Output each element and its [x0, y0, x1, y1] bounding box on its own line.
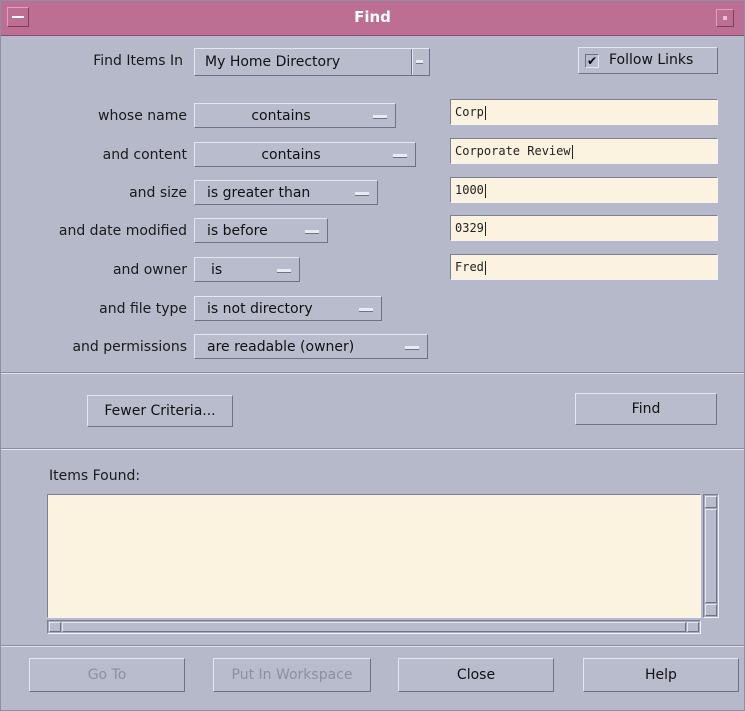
help-button[interactable]: Help — [583, 658, 739, 692]
go-to-button[interactable]: Go To — [29, 658, 185, 692]
owner-operator-menu[interactable]: is — [194, 257, 300, 282]
vertical-scrollbar[interactable] — [703, 494, 719, 618]
follow-links-label: Follow Links — [609, 52, 694, 68]
put-in-workspace-button[interactable]: Put In Workspace — [213, 658, 371, 692]
name-value-text: Corp — [455, 105, 484, 119]
scroll-left-arrow-icon[interactable] — [49, 622, 61, 632]
find-button[interactable]: Find — [575, 393, 717, 425]
chevron-down-icon — [305, 230, 319, 234]
fewer-criteria-button[interactable]: Fewer Criteria... — [87, 395, 233, 427]
close-button[interactable]: Close — [398, 658, 554, 692]
separator — [1, 372, 744, 374]
size-value-field[interactable]: 1000 — [450, 177, 718, 203]
owner-value-field[interactable]: Fred — [450, 254, 718, 280]
criteria-label-filetype: and file type — [99, 301, 187, 317]
window-title: Find — [354, 8, 391, 26]
chevron-down-icon — [355, 192, 369, 196]
date-operator-value: is before — [207, 223, 268, 239]
criteria-label-size: and size — [129, 185, 187, 201]
items-found-list[interactable] — [47, 494, 701, 618]
separator — [1, 645, 744, 647]
items-found-label: Items Found: — [49, 468, 141, 484]
filetype-operator-value: is not directory — [207, 301, 313, 317]
filetype-operator-menu[interactable]: is not directory — [194, 296, 382, 321]
date-operator-menu[interactable]: is before — [194, 218, 328, 243]
find-in-value: My Home Directory — [205, 54, 341, 70]
minimize-icon[interactable] — [716, 9, 734, 27]
date-value-text: 0329 — [455, 221, 484, 235]
chevron-down-icon — [405, 346, 419, 350]
text-cursor — [484, 221, 486, 236]
scroll-right-arrow-icon[interactable] — [687, 622, 699, 632]
scroll-thumb[interactable] — [705, 509, 717, 603]
size-operator-menu[interactable]: is greater than — [194, 180, 378, 205]
criteria-label-owner: and owner — [112, 262, 187, 278]
chevron-down-icon — [373, 115, 387, 119]
criteria-label-permissions: and permissions — [72, 339, 187, 355]
follow-links-checkbox[interactable]: ✔ — [585, 54, 599, 68]
scroll-down-arrow-icon[interactable] — [705, 604, 717, 616]
content-value-text: Corporate Review — [455, 144, 571, 158]
size-operator-value: is greater than — [207, 185, 311, 201]
scroll-up-arrow-icon[interactable] — [705, 496, 717, 508]
chevron-down-icon — [393, 154, 407, 158]
name-operator-value: contains — [251, 108, 311, 124]
name-value-field[interactable]: Corp — [450, 99, 718, 125]
content-operator-value: contains — [261, 147, 321, 163]
follow-links-toggle[interactable]: ✔ Follow Links — [578, 47, 718, 74]
date-value-field[interactable]: 0329 — [450, 215, 718, 241]
owner-value-text: Fred — [455, 260, 484, 274]
horizontal-scrollbar[interactable] — [47, 620, 701, 634]
text-cursor — [571, 144, 573, 159]
criteria-label-date: and date modified — [58, 223, 187, 239]
separator — [1, 448, 744, 450]
find-in-menu[interactable]: My Home Directory — [194, 48, 430, 76]
name-operator-menu[interactable]: contains — [194, 103, 396, 128]
chevron-down-icon — [359, 308, 373, 312]
find-dialog: Find Find Items In My Home Directory ✔ F… — [0, 0, 745, 711]
chevron-down-icon — [416, 60, 423, 64]
permissions-operator-menu[interactable]: are readable (owner) — [194, 334, 428, 359]
criteria-label-name: whose name — [98, 108, 187, 124]
owner-operator-value: is — [211, 262, 223, 278]
text-cursor — [484, 183, 486, 198]
text-cursor — [484, 105, 486, 120]
chevron-down-icon — [277, 269, 291, 273]
find-in-label: Find Items In — [93, 53, 183, 69]
content-value-field[interactable]: Corporate Review — [450, 138, 718, 164]
title-bar[interactable]: Find — [1, 1, 744, 36]
text-cursor — [484, 260, 486, 275]
permissions-operator-value: are readable (owner) — [207, 339, 355, 355]
content-operator-menu[interactable]: contains — [194, 142, 416, 167]
scroll-thumb[interactable] — [62, 622, 686, 632]
criteria-label-content: and content — [102, 147, 187, 163]
size-value-text: 1000 — [455, 183, 484, 197]
